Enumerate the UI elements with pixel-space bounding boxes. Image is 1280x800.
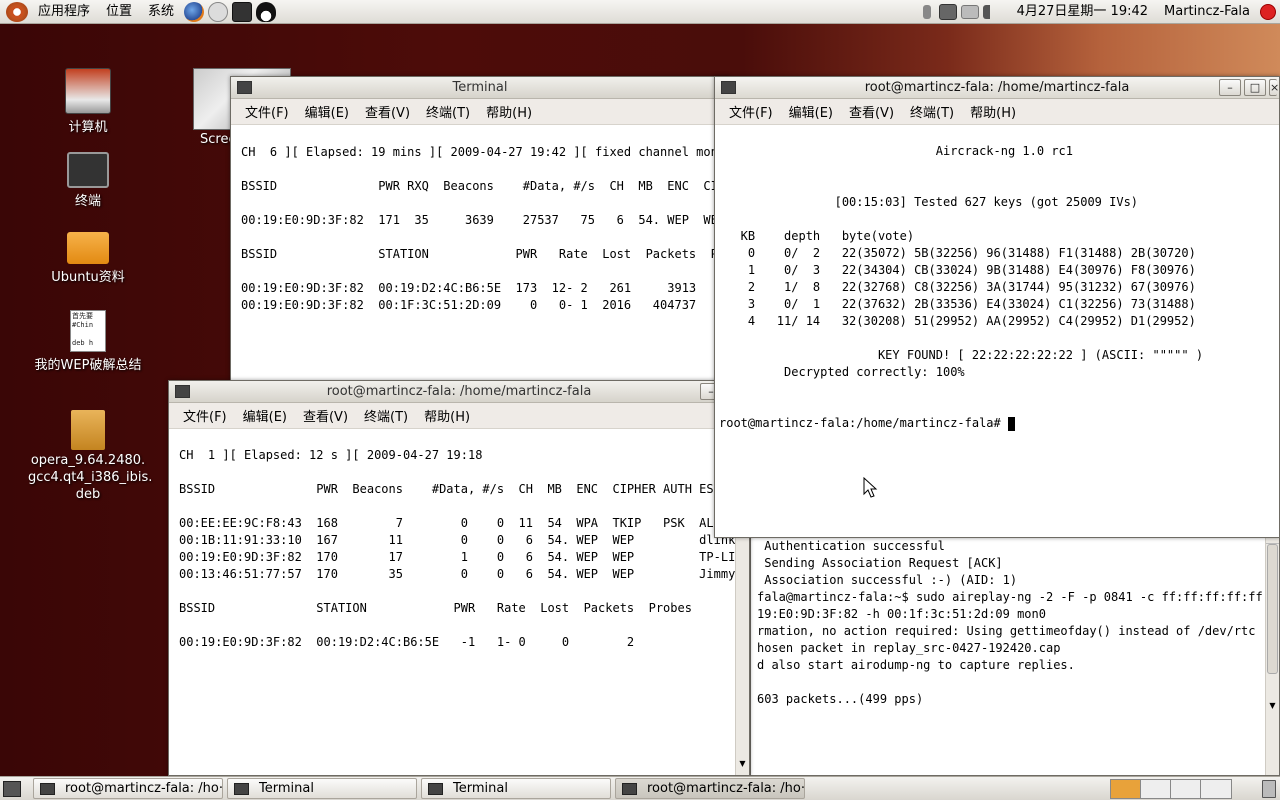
menu-applications[interactable]: 应用程序: [30, 0, 98, 24]
menu-view[interactable]: 查看(V): [295, 406, 356, 425]
clock[interactable]: 4月27日星期一 19:42: [1009, 0, 1156, 24]
terminal-task-icon: [428, 782, 443, 795]
menu-file[interactable]: 文件(F): [721, 102, 781, 121]
menu-help[interactable]: 帮助(H): [962, 102, 1024, 121]
terminal-window-icon: [175, 385, 190, 398]
menu-terminal[interactable]: 终端(T): [902, 102, 962, 121]
terminal-output[interactable]: Aircrack-ng 1.0 rc1 [00:15:03] Tested 62…: [715, 126, 1279, 537]
minimize-button[interactable]: –: [1219, 79, 1241, 96]
terminal-output[interactable]: Authentication successful Sending Associ…: [751, 530, 1265, 775]
title-bar[interactable]: root@martincz-fala: /home/martincz-fala …: [169, 381, 749, 403]
terminal-output[interactable]: CH 6 ][ Elapsed: 19 mins ][ 2009-04-27 1…: [231, 126, 729, 381]
mail-icon[interactable]: [208, 1, 229, 22]
menu-bar: 文件(F) 编辑(E) 查看(V) 终端(T) 帮助(H): [231, 99, 729, 125]
menu-bar: 文件(F) 编辑(E) 查看(V) 终端(T) 帮助(H): [715, 99, 1279, 125]
window-title: Terminal: [452, 80, 508, 95]
network-icon[interactable]: [938, 3, 957, 20]
menu-help[interactable]: 帮助(H): [478, 102, 540, 121]
close-button[interactable]: ×: [1269, 79, 1279, 96]
task-terminal-2[interactable]: Terminal: [421, 778, 611, 799]
show-desktop-icon[interactable]: [3, 780, 21, 797]
window-title: root@martincz-fala: /home/martincz-fala: [864, 80, 1130, 95]
taskbar: root@martincz-fala: /ho··· Terminal Term…: [0, 776, 1280, 800]
window-terminal-aircrack[interactable]: root@martincz-fala: /home/martincz-fala …: [714, 76, 1280, 538]
desktop-icon-ubuntu-folder[interactable]: Ubuntu资料: [28, 232, 148, 285]
scrollbar[interactable]: ▲ ▼: [1265, 530, 1279, 775]
menu-places[interactable]: 位置: [98, 0, 140, 24]
maximize-button[interactable]: □: [1244, 79, 1266, 96]
computer-icon: [65, 68, 111, 114]
terminal-task-icon: [40, 782, 55, 795]
desktop-icon-computer[interactable]: 计算机: [28, 68, 148, 135]
desktop-icon-opera-deb[interactable]: opera_9.64.2480. gcc4.qt4_i386_ibis. deb: [28, 410, 153, 503]
scroll-thumb[interactable]: [1267, 544, 1278, 674]
task-label: Terminal: [259, 781, 314, 796]
terminal-window-icon: [237, 81, 252, 94]
notification-icon[interactable]: [922, 4, 931, 19]
top-panel: 应用程序 位置 系统 4月27日星期一 19:42 Martincz-Fala: [0, 0, 1280, 24]
workspace-2[interactable]: [1141, 779, 1171, 798]
folder-icon: [67, 232, 109, 264]
menu-help[interactable]: 帮助(H): [416, 406, 478, 425]
workspace-switcher[interactable]: [1110, 778, 1232, 799]
volume-icon[interactable]: [982, 4, 1001, 19]
terminal-window-icon: [721, 81, 736, 94]
window-terminal-airodump-1[interactable]: Terminal 文件(F) 编辑(E) 查看(V) 终端(T) 帮助(H) C…: [230, 76, 730, 382]
task-label: root@martincz-fala: /ho···: [647, 781, 805, 796]
terminal-launcher-icon[interactable]: [232, 1, 253, 22]
window-title: root@martincz-fala: /home/martincz-fala: [326, 384, 592, 399]
workspace-3[interactable]: [1171, 779, 1201, 798]
user-name[interactable]: Martincz-Fala: [1156, 0, 1258, 24]
window-terminal-airodump-2[interactable]: root@martincz-fala: /home/martincz-fala …: [168, 380, 750, 776]
firefox-icon[interactable]: [184, 1, 205, 22]
menu-edit[interactable]: 编辑(E): [235, 406, 295, 425]
menu-file[interactable]: 文件(F): [175, 406, 235, 425]
task-label: root@martincz-fala: /ho···: [65, 781, 223, 796]
desktop-icon-terminal[interactable]: 终端: [28, 152, 148, 209]
text-cursor: [1007, 416, 1015, 431]
power-icon[interactable]: [1260, 3, 1276, 20]
terminal-output[interactable]: CH 1 ][ Elapsed: 12 s ][ 2009-04-27 19:1…: [169, 430, 735, 775]
terminal-icon: [67, 152, 109, 188]
terminal-task-icon: [622, 782, 637, 795]
printer-icon[interactable]: [960, 4, 979, 19]
menu-file[interactable]: 文件(F): [237, 102, 297, 121]
workspace-1[interactable]: [1111, 779, 1141, 798]
desktop-icon-label: 计算机: [68, 120, 108, 135]
desktop-icon-wep-notes[interactable]: 首先要 #Chin deb h 我的WEP破解总结: [28, 310, 148, 373]
desktop-icon-label: 我的WEP破解总结: [34, 358, 142, 373]
qq-icon[interactable]: [256, 1, 277, 22]
menu-terminal[interactable]: 终端(T): [356, 406, 416, 425]
task-label: Terminal: [453, 781, 508, 796]
scroll-down-icon[interactable]: ▼: [736, 759, 749, 773]
trash-icon[interactable]: [1262, 779, 1276, 798]
desktop-icon-label: opera_9.64.2480. gcc4.qt4_i386_ibis. deb: [28, 453, 153, 502]
desktop-icon-label: Ubuntu资料: [51, 270, 125, 285]
menu-terminal[interactable]: 终端(T): [418, 102, 478, 121]
desktop-icon-label: 终端: [74, 194, 101, 209]
scroll-down-icon[interactable]: ▼: [1266, 701, 1279, 715]
menu-system[interactable]: 系统: [140, 0, 182, 24]
text-file-icon: 首先要 #Chin deb h: [70, 310, 106, 352]
menu-view[interactable]: 查看(V): [841, 102, 902, 121]
mouse-pointer-icon: [863, 477, 878, 498]
menu-bar: 文件(F) 编辑(E) 查看(V) 终端(T) 帮助(H): [169, 403, 749, 429]
title-bar[interactable]: Terminal: [231, 77, 729, 99]
task-root-terminal-2[interactable]: root@martincz-fala: /ho···: [615, 778, 805, 799]
title-bar[interactable]: root@martincz-fala: /home/martincz-fala …: [715, 77, 1279, 99]
task-root-terminal-1[interactable]: root@martincz-fala: /ho···: [33, 778, 223, 799]
ubuntu-logo-icon[interactable]: [6, 1, 28, 22]
menu-view[interactable]: 查看(V): [357, 102, 418, 121]
aircrack-output: Aircrack-ng 1.0 rc1 [00:15:03] Tested 62…: [719, 144, 1204, 430]
package-icon: [71, 410, 105, 450]
menu-edit[interactable]: 编辑(E): [781, 102, 841, 121]
window-terminal-aireplay[interactable]: Authentication successful Sending Associ…: [750, 530, 1280, 776]
terminal-task-icon: [234, 782, 249, 795]
task-terminal-1[interactable]: Terminal: [227, 778, 417, 799]
workspace-4[interactable]: [1201, 779, 1231, 798]
menu-edit[interactable]: 编辑(E): [297, 102, 357, 121]
